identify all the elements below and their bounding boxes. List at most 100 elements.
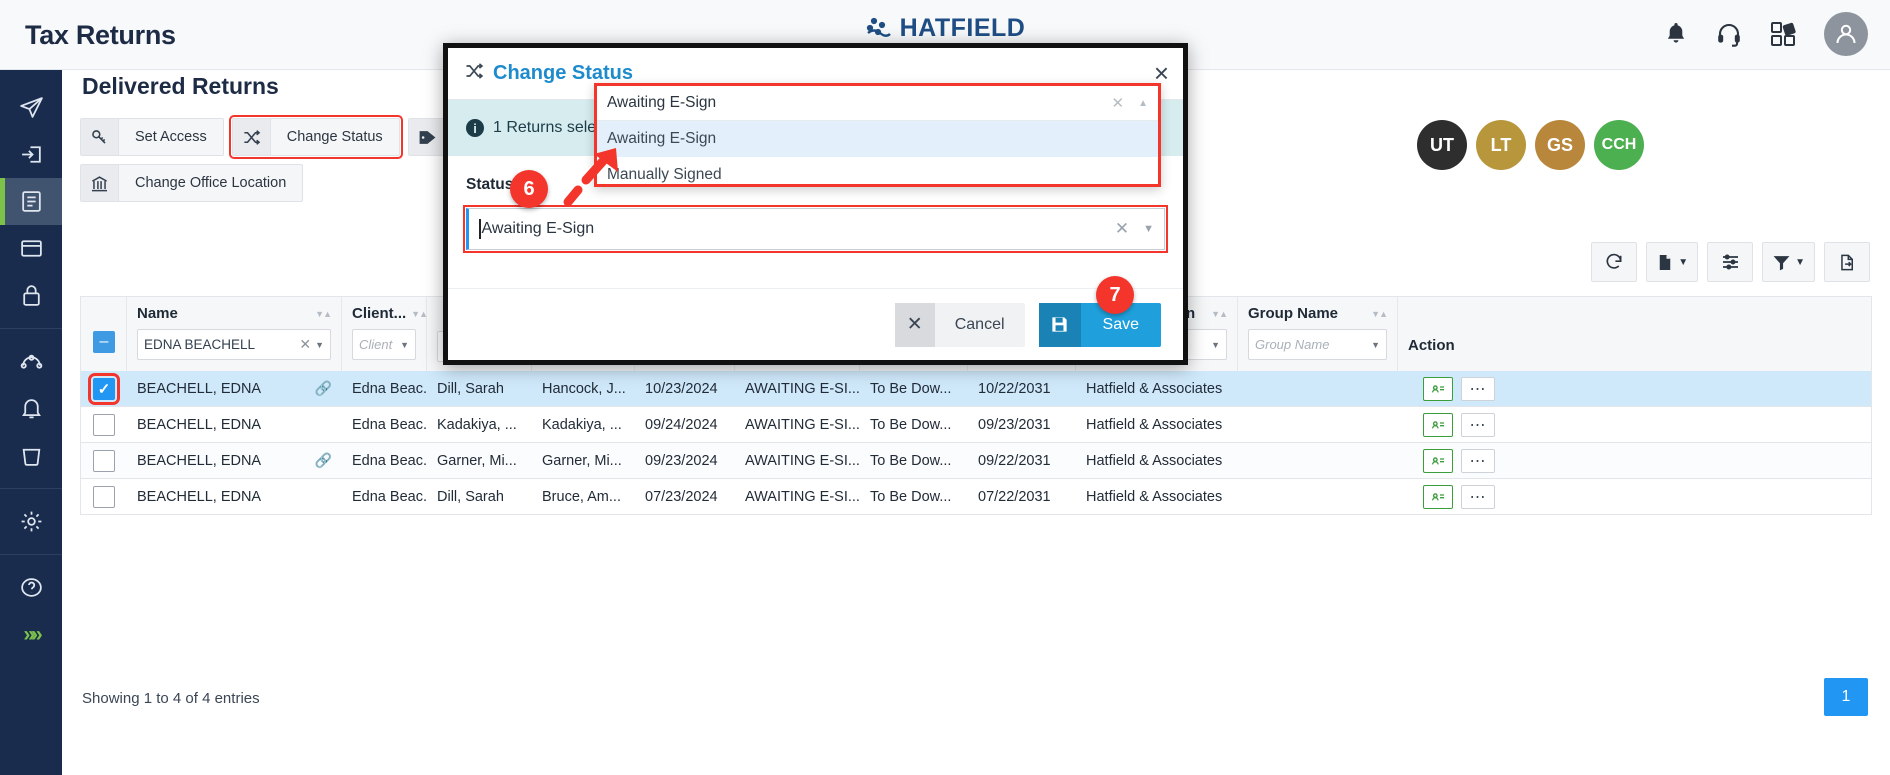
column-client: Client... ▼▲ Client Id ▼ xyxy=(342,297,428,371)
row-checkbox[interactable]: ✓ xyxy=(88,372,120,405)
dropdown-option-awaiting-e-sign[interactable]: Awaiting E-Sign xyxy=(597,121,1158,157)
filter-dropdown-icon[interactable]: ▼ xyxy=(1762,242,1815,282)
status-select-input[interactable]: Awaiting E-Sign ✕ ▼ xyxy=(463,205,1168,253)
row-checkbox[interactable] xyxy=(93,485,115,508)
pagination-page-1[interactable]: 1 xyxy=(1824,678,1868,716)
column-name-label: Name xyxy=(137,305,178,322)
sidebar-item-help[interactable] xyxy=(0,564,62,611)
save-button[interactable]: Save xyxy=(1038,302,1161,347)
chevron-down-icon[interactable]: ▼ xyxy=(1143,223,1154,235)
status-dropdown-panel: Awaiting E-Sign ✕ ▲ Awaiting E-Sign Manu… xyxy=(594,83,1161,187)
chevron-up-icon[interactable]: ▲ xyxy=(1138,98,1148,109)
chevron-down-icon[interactable]: ▼ xyxy=(1371,340,1380,350)
user-initials-group: UT LT GS CCH xyxy=(1417,120,1644,170)
sort-icon[interactable]: ▼▲ xyxy=(411,309,428,319)
row-office: Hatfield & Associates xyxy=(1086,452,1223,469)
dropdown-search-input[interactable]: Awaiting E-Sign ✕ ▲ xyxy=(597,86,1158,121)
group-name-filter[interactable]: Group Name ▼ xyxy=(1248,329,1387,360)
chevron-down-icon[interactable]: ▼ xyxy=(400,340,409,350)
link-icon[interactable]: 🔗 xyxy=(315,380,332,397)
clear-icon[interactable]: ✕ xyxy=(1112,94,1125,112)
sidebar-item-login[interactable] xyxy=(0,131,62,178)
client-filter-placeholder: Client Id xyxy=(359,337,396,352)
modal-title: Change Status xyxy=(493,62,634,84)
row-partner: Dill, Sarah xyxy=(437,380,504,397)
table-row[interactable]: BEACHELL, EDNA Edna Beac... Dill, Sarah … xyxy=(80,479,1872,515)
change-office-location-button[interactable]: Change Office Location xyxy=(80,164,304,202)
sidebar: »» xyxy=(0,70,62,775)
export-icon[interactable] xyxy=(1824,242,1870,282)
top-icon-group xyxy=(1664,12,1868,56)
link-icon[interactable]: 🔗 xyxy=(315,452,332,469)
row-download: To Be Dow... xyxy=(870,488,952,505)
cancel-button[interactable]: ✕ Cancel xyxy=(894,302,1025,347)
status-select-value: Awaiting E-Sign xyxy=(481,220,595,237)
row-delivered: 10/23/2024 xyxy=(645,380,718,397)
initial-badge-ut[interactable]: UT xyxy=(1417,120,1467,170)
cancel-label: Cancel xyxy=(954,315,1005,333)
sidebar-item-settings[interactable] xyxy=(0,498,62,545)
row-checkbox[interactable] xyxy=(93,413,115,436)
table-row[interactable]: BEACHELL, EDNA 🔗 Edna Beac... Garner, Mi… xyxy=(80,443,1872,479)
change-status-button[interactable]: Change Status xyxy=(228,115,403,159)
row-menu-icon[interactable]: ⋯ xyxy=(1461,484,1495,509)
row-menu-icon[interactable]: ⋯ xyxy=(1461,376,1495,401)
sidebar-item-share[interactable] xyxy=(0,338,62,385)
refresh-icon[interactable] xyxy=(1591,242,1638,282)
clear-icon[interactable]: ✕ xyxy=(299,336,311,353)
row-checkbox[interactable] xyxy=(93,449,115,472)
row-expires: 09/23/2031 xyxy=(978,416,1051,433)
row-status: AWAITING E-SI... xyxy=(745,452,860,469)
sidebar-item-returns[interactable] xyxy=(0,178,62,225)
info-icon: i xyxy=(466,119,484,137)
set-access-button[interactable]: Set Access xyxy=(80,118,224,156)
initial-badge-gs[interactable]: GS xyxy=(1535,120,1585,170)
save-disk-icon xyxy=(1038,302,1081,347)
initial-badge-cch[interactable]: CCH xyxy=(1594,120,1644,170)
sidebar-item-notifications[interactable] xyxy=(0,385,62,432)
name-filter[interactable]: EDNA BEACHELL ✕ ▼ xyxy=(137,329,331,360)
bell-icon[interactable] xyxy=(1664,21,1688,47)
select-all-header: – xyxy=(81,297,127,371)
brand-name: HATFIELD xyxy=(899,14,1026,42)
row-select-cell: ✓ xyxy=(81,371,127,406)
sort-icon[interactable]: ▼▲ xyxy=(315,309,332,319)
headset-icon[interactable] xyxy=(1716,21,1742,47)
user-avatar[interactable] xyxy=(1824,12,1868,56)
apps-grid-icon[interactable] xyxy=(1770,21,1796,47)
contact-card-icon[interactable] xyxy=(1423,376,1453,401)
table-row[interactable]: BEACHELL, EDNA Edna Beac... Kadakiya, ..… xyxy=(80,407,1872,443)
sidebar-item-security[interactable] xyxy=(0,272,62,319)
chevron-down-icon[interactable]: ▼ xyxy=(1211,340,1220,350)
row-client: Edna Beac... xyxy=(352,452,427,469)
dropdown-option-manually-signed[interactable]: Manually Signed xyxy=(597,157,1158,193)
row-partner: Garner, Mi... xyxy=(437,452,517,469)
client-filter[interactable]: Client Id ▼ xyxy=(352,329,416,360)
sidebar-item-recycle-bin[interactable] xyxy=(0,432,62,479)
select-all-checkbox[interactable]: – xyxy=(93,331,115,353)
document-dropdown-icon[interactable]: ▼ xyxy=(1646,242,1699,282)
row-download: To Be Dow... xyxy=(870,452,952,469)
tag-icon xyxy=(408,119,447,155)
row-menu-icon[interactable]: ⋯ xyxy=(1461,412,1495,437)
row-name: BEACHELL, EDNA xyxy=(137,488,262,505)
table-row[interactable]: ✓ BEACHELL, EDNA 🔗 Edna Beac... Dill, Sa… xyxy=(80,371,1872,407)
sort-icon[interactable]: ▼▲ xyxy=(1211,309,1228,319)
shuffle-icon xyxy=(232,119,271,155)
initial-badge-lt[interactable]: LT xyxy=(1476,120,1526,170)
sort-icon[interactable]: ▼▲ xyxy=(1371,309,1388,319)
contact-card-icon[interactable] xyxy=(1423,412,1453,437)
sidebar-item-expand[interactable]: »» xyxy=(0,611,62,658)
chevron-down-icon[interactable]: ▼ xyxy=(315,340,324,350)
row-menu-icon[interactable]: ⋯ xyxy=(1461,448,1495,473)
sidebar-item-send[interactable] xyxy=(0,84,62,131)
contact-card-icon[interactable] xyxy=(1423,484,1453,509)
row-office: Hatfield & Associates xyxy=(1086,416,1223,433)
column-settings-icon[interactable] xyxy=(1707,242,1754,282)
row-expires: 07/22/2031 xyxy=(978,488,1051,505)
row-partner: Dill, Sarah xyxy=(437,488,504,505)
clear-icon[interactable]: ✕ xyxy=(1115,219,1129,239)
contact-card-icon[interactable] xyxy=(1423,448,1453,473)
sidebar-item-archive[interactable] xyxy=(0,225,62,272)
bank-icon xyxy=(81,165,119,201)
